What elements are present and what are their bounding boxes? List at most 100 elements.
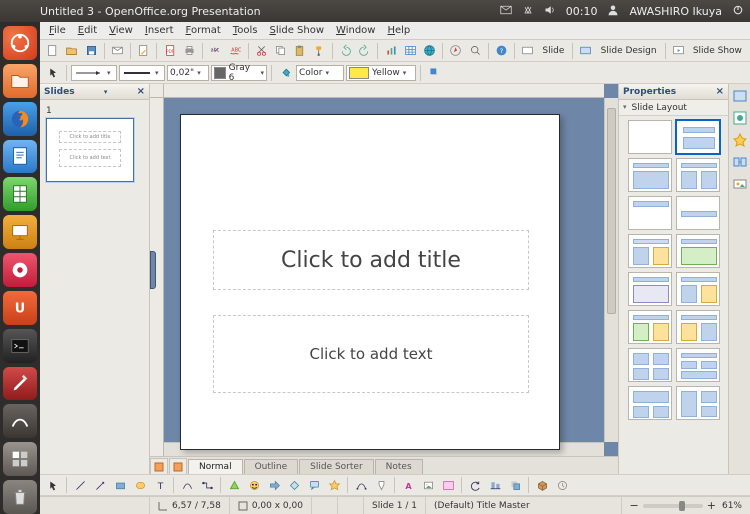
menu-window[interactable]: Window [331, 24, 380, 37]
layout-chart2[interactable] [676, 234, 720, 268]
help-button[interactable]: ? [493, 42, 510, 60]
fontwork-tool[interactable]: A [399, 476, 417, 494]
basic-shapes-tool[interactable] [225, 476, 243, 494]
slide-thumbnail-1[interactable]: Click to add title Click to add text [46, 118, 134, 182]
slide-design-label[interactable]: Slide Design [597, 46, 661, 56]
text-placeholder[interactable]: Click to add text [213, 315, 529, 393]
user-icon[interactable] [607, 4, 619, 19]
tab-normal[interactable]: Normal [188, 459, 243, 474]
arrange-tool[interactable] [506, 476, 524, 494]
slide-label[interactable]: Slide [538, 46, 568, 56]
sidebar-transition-icon[interactable] [732, 154, 748, 170]
copy-button[interactable] [272, 42, 289, 60]
arrow-style-select[interactable]: ▾ [71, 65, 117, 81]
line-color-select[interactable]: Gray 6▾ [211, 65, 267, 81]
launcher-settings[interactable] [3, 367, 37, 401]
shadow-button[interactable] [425, 64, 443, 82]
sidebar-animation-icon[interactable] [732, 132, 748, 148]
from-file-tool[interactable] [419, 476, 437, 494]
launcher-terminal[interactable] [3, 329, 37, 363]
launcher-impress[interactable] [3, 215, 37, 249]
line-style-select[interactable]: ▾ [119, 65, 165, 81]
horizontal-ruler[interactable] [164, 84, 604, 98]
glue-tool[interactable] [372, 476, 390, 494]
power-icon[interactable] [732, 4, 744, 19]
arrow-tool[interactable] [91, 476, 109, 494]
fill-mode-select[interactable]: Color▾ [296, 65, 344, 81]
zoom-slider[interactable] [643, 504, 703, 508]
rotate-tool[interactable] [466, 476, 484, 494]
chart-button[interactable] [382, 42, 399, 60]
fill-bucket-button[interactable] [276, 64, 294, 82]
launcher-dash[interactable] [3, 26, 37, 60]
curve-tool[interactable] [178, 476, 196, 494]
tab-outline[interactable]: Outline [244, 459, 299, 474]
extrusion-tool[interactable] [533, 476, 551, 494]
rect-tool[interactable] [111, 476, 129, 494]
print-button[interactable] [181, 42, 198, 60]
layout-title-content[interactable] [628, 158, 672, 192]
flowchart-tool[interactable] [285, 476, 303, 494]
symbol-shapes-tool[interactable] [245, 476, 263, 494]
vertical-scrollbar[interactable] [604, 98, 618, 442]
menu-insert[interactable]: Insert [140, 24, 179, 37]
arrow-select-button[interactable] [44, 64, 62, 82]
save-button[interactable] [83, 42, 100, 60]
table-button[interactable] [402, 42, 419, 60]
volume-icon[interactable] [544, 4, 556, 19]
ellipse-tool[interactable] [131, 476, 149, 494]
navigator-button[interactable] [447, 42, 464, 60]
redo-button[interactable] [356, 42, 373, 60]
pane-splitter-left[interactable] [150, 251, 156, 289]
layout-two-content[interactable] [676, 158, 720, 192]
menu-file[interactable]: File [44, 24, 71, 37]
menu-edit[interactable]: Edit [73, 24, 102, 37]
layout-title-only[interactable] [628, 196, 672, 230]
launcher-app1[interactable] [3, 253, 37, 287]
text-tool[interactable]: T [151, 476, 169, 494]
sidebar-properties-icon[interactable] [732, 88, 748, 104]
menu-slideshow[interactable]: Slide Show [264, 24, 329, 37]
mail-icon[interactable] [500, 4, 512, 19]
close-icon[interactable]: × [716, 86, 724, 97]
layout-5[interactable] [628, 386, 672, 420]
layout-4box2[interactable] [676, 348, 720, 382]
launcher-firefox[interactable] [3, 102, 37, 136]
line-width-select[interactable]: 0,02"▾ [167, 65, 209, 81]
tab-nav-first-icon[interactable] [150, 458, 168, 474]
layout-mix1[interactable] [628, 310, 672, 344]
block-arrows-tool[interactable] [265, 476, 283, 494]
points-tool[interactable] [352, 476, 370, 494]
fill-color-select[interactable]: Yellow▾ [346, 65, 416, 81]
layout-chart1[interactable] [628, 234, 672, 268]
connector-tool[interactable] [198, 476, 216, 494]
mail-button[interactable] [109, 42, 126, 60]
new-button[interactable] [44, 42, 61, 60]
sidebar-gallery-icon[interactable] [732, 176, 748, 192]
export-pdf-button[interactable]: PDF [161, 42, 178, 60]
slide-show-button[interactable] [670, 42, 687, 60]
line-tool[interactable] [71, 476, 89, 494]
open-button[interactable] [63, 42, 80, 60]
launcher-calc[interactable] [3, 177, 37, 211]
network-icon[interactable] [522, 4, 534, 19]
menu-help[interactable]: Help [382, 24, 415, 37]
paint-format-button[interactable] [311, 42, 328, 60]
tab-sorter[interactable]: Slide Sorter [299, 459, 374, 474]
triangle-icon[interactable]: ▾ [104, 88, 108, 96]
launcher-trash[interactable] [3, 480, 37, 514]
launcher-ubuntu-one[interactable]: U [3, 291, 37, 325]
layout-centered[interactable] [676, 196, 720, 230]
slide-button[interactable] [519, 42, 536, 60]
auto-spellcheck-button[interactable]: ABC [226, 42, 243, 60]
close-icon[interactable]: × [137, 86, 145, 97]
zoom-control[interactable]: − + 61% [622, 497, 750, 514]
title-placeholder[interactable]: Click to add title [213, 230, 529, 290]
undo-button[interactable] [337, 42, 354, 60]
gallery-tool[interactable] [439, 476, 457, 494]
user-name[interactable]: AWASHIRO Ikuya [629, 5, 722, 18]
slide-show-label[interactable]: Slide Show [689, 46, 746, 56]
launcher-writer[interactable] [3, 140, 37, 174]
menu-format[interactable]: Format [181, 24, 226, 37]
interaction-tool[interactable] [553, 476, 571, 494]
